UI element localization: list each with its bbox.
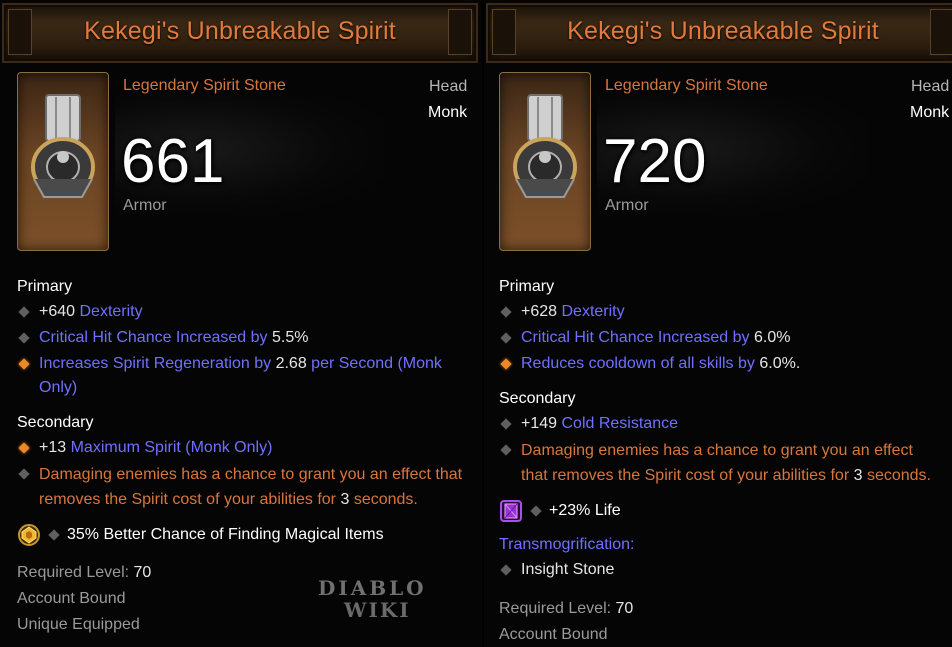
affix-row: +628 Dexterity <box>499 300 944 324</box>
item-icon-frame <box>17 72 109 251</box>
item-icon-frame <box>499 72 591 251</box>
required-level: Required Level: 70 <box>499 600 634 617</box>
gem-effect: 35% Better Chance of Finding Magical Ite… <box>67 526 384 543</box>
tooltip-header: Kekegi's Unbreakable Spirit <box>2 3 478 63</box>
diamond-bullet-icon <box>48 529 60 541</box>
affix-row: Critical Hit Chance Increased by 5.5% <box>17 326 467 350</box>
spirit-stone-helm-icon <box>31 94 95 198</box>
unique-equipped: Unique Equipped <box>17 616 140 633</box>
legendary-affix-row: Increases Spirit Regeneration by 2.68 pe… <box>17 352 467 400</box>
gem-effect: +23% Life <box>549 502 621 519</box>
amethyst-gem-icon <box>500 500 522 522</box>
affix-row: +149 Cold Resistance <box>499 412 944 436</box>
required-level: Required Level: 70 <box>17 564 152 581</box>
item-slot: Head <box>429 78 468 95</box>
spirit-stone-helm-icon <box>513 94 577 198</box>
legendary-power-row: Damaging enemies has a chance to grant y… <box>499 438 944 488</box>
armor-value: 720 <box>603 127 707 196</box>
item-title: Kekegi's Unbreakable Spirit <box>84 17 396 45</box>
secondary-heading: Secondary <box>17 414 94 431</box>
affix-row: Critical Hit Chance Increased by 6.0% <box>499 326 944 350</box>
item-title: Kekegi's Unbreakable Spirit <box>567 17 879 45</box>
secondary-heading: Secondary <box>499 390 576 407</box>
watermark-logo: DIABLO WIKI <box>318 576 427 622</box>
item-type: Legendary Spirit Stone <box>123 77 286 94</box>
armor-label: Armor <box>123 197 167 214</box>
item-slot: Head <box>911 78 950 95</box>
primary-heading: Primary <box>17 278 73 295</box>
item-tooltip-right: Kekegi's Unbreakable Spirit Legendary Sp… <box>484 0 952 647</box>
legendary-affix-row: +13 Maximum Spirit (Monk Only) <box>17 436 467 460</box>
armor-label: Armor <box>605 197 649 214</box>
account-bound: Account Bound <box>17 590 126 607</box>
item-class: Monk <box>910 104 950 121</box>
primary-heading: Primary <box>499 278 555 295</box>
transmog-label: Transmogrification: <box>499 536 635 553</box>
affix-row: +640 Dexterity <box>17 300 467 324</box>
item-class: Monk <box>428 104 468 121</box>
account-bound: Account Bound <box>499 626 608 643</box>
item-tooltip-left: Kekegi's Unbreakable Spirit Legendary Sp… <box>0 0 482 647</box>
topaz-gem-icon <box>18 524 40 546</box>
item-type: Legendary Spirit Stone <box>605 77 768 94</box>
diamond-bullet-icon <box>530 505 542 517</box>
tooltip-header: Kekegi's Unbreakable Spirit <box>486 3 952 63</box>
transmog-row: Insight Stone <box>499 558 944 582</box>
legendary-affix-row: Reduces cooldown of all skills by 6.0%. <box>499 352 944 376</box>
legendary-power-row: Damaging enemies has a chance to grant y… <box>17 462 467 512</box>
armor-value: 661 <box>121 127 225 196</box>
